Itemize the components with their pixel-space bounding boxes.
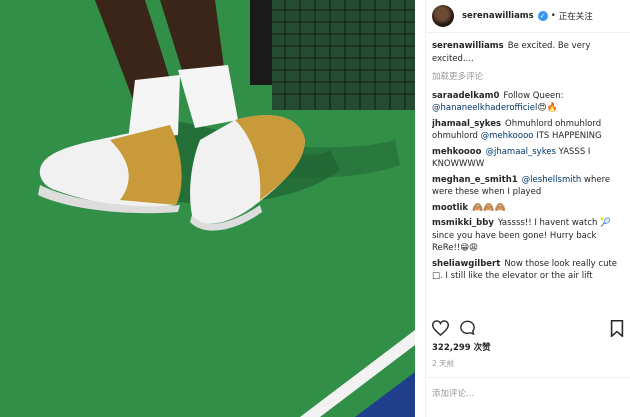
heart-icon[interactable] bbox=[432, 320, 449, 336]
load-more-comments-link[interactable]: 加载更多评论 bbox=[432, 71, 624, 84]
comment-emoji: 😍🔥 bbox=[537, 103, 558, 113]
post-timestamp: 2 天前 bbox=[432, 359, 455, 368]
avatar[interactable] bbox=[432, 5, 454, 27]
court-sneakers-image bbox=[0, 0, 415, 417]
caption-username[interactable]: serenawilliams bbox=[432, 41, 504, 51]
comment-username[interactable]: jhamaal_sykes bbox=[432, 119, 501, 129]
bookmark-icon[interactable] bbox=[610, 319, 624, 337]
follow-status-button[interactable]: 正在关注 bbox=[559, 10, 593, 22]
comment-username[interactable]: meghan_e_smith1 bbox=[432, 175, 518, 185]
comment-mention[interactable]: @hananeelkhaderofficiel bbox=[432, 103, 537, 113]
comment-emoji: 🙈🙈🙈 bbox=[472, 202, 506, 213]
verified-badge-icon: ✓ bbox=[537, 11, 548, 21]
comment-username[interactable]: sheliawgilbert bbox=[432, 259, 500, 269]
comment-mention[interactable]: @leshellsmith bbox=[522, 175, 582, 185]
comments-list: serenawilliams Be excited. Be very excite… bbox=[432, 40, 624, 310]
comment-username[interactable]: saraadelkam0 bbox=[432, 91, 499, 101]
comment-mention[interactable]: @mehkoooo bbox=[481, 131, 534, 141]
comment-text: Follow Queen: bbox=[503, 90, 564, 101]
action-bar bbox=[432, 316, 624, 340]
post-header: serenawilliams ✓ • 正在关注 bbox=[426, 0, 630, 33]
list-item: mootlik 🙈🙈🙈 bbox=[432, 202, 624, 215]
comment-username[interactable]: mootlik bbox=[432, 203, 468, 213]
list-item: saraadelkam0 Follow Queen: @hananeelkhade… bbox=[432, 90, 624, 115]
list-item: sheliawgilbert Now those look really cute… bbox=[432, 258, 624, 283]
comment-text: Yassss!! I havent watch bbox=[497, 218, 601, 228]
comment-text-tail: □. I still like the elevator or the air … bbox=[432, 271, 593, 281]
post-side-panel: serenawilliams ✓ • 正在关注 serenawilliams Be… bbox=[425, 0, 630, 417]
comment-text: ITS HAPPENING bbox=[533, 131, 602, 141]
comment-username[interactable]: msmikki_bby bbox=[432, 218, 494, 228]
list-item: meghan_e_smith1 @leshellsmith where were … bbox=[432, 174, 624, 199]
instagram-post: serenawilliams ✓ • 正在关注 serenawilliams Be… bbox=[0, 0, 630, 417]
list-item: msmikki_bby Yassss!! I havent watch 🎾 sin… bbox=[432, 217, 624, 255]
comment-text: Now those look really cute bbox=[504, 258, 618, 269]
comment-username[interactable]: mehkoooo bbox=[432, 147, 481, 157]
header-username[interactable]: serenawilliams bbox=[462, 11, 534, 21]
list-item: mehkoooo @jhamaal_sykes YASSS I KNOWWWW bbox=[432, 146, 624, 171]
list-item: jhamaal_sykes Ohmuhlord ohmuhlord ohmuhlo… bbox=[432, 118, 624, 143]
likes-count[interactable]: 322,299 次赞 bbox=[432, 341, 491, 353]
caption: serenawilliams Be excited. Be very excite… bbox=[432, 40, 624, 65]
comment-icon[interactable] bbox=[459, 320, 476, 336]
header-separator: • bbox=[550, 11, 556, 21]
post-photo[interactable] bbox=[0, 0, 415, 417]
add-comment-input[interactable]: 添加评论... bbox=[426, 377, 630, 408]
comment-mention[interactable]: @jhamaal_sykes bbox=[485, 147, 556, 157]
